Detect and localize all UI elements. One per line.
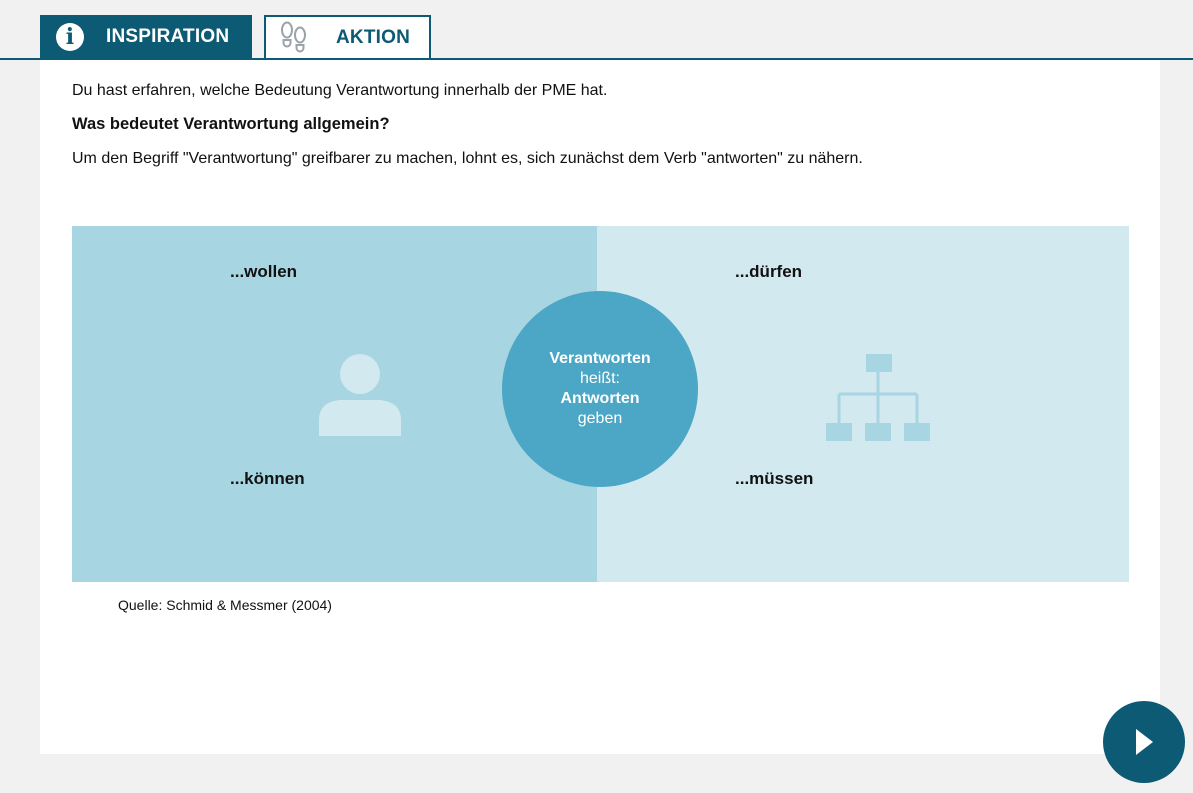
tab-aktion[interactable]: AKTION: [264, 15, 431, 58]
responsibility-diagram: ...wollen ...können ...dürfen ...müssen: [72, 226, 1129, 582]
label-duerfen: ...dürfen: [735, 262, 803, 281]
tab-inspiration-label: INSPIRATION: [106, 25, 230, 47]
label-koennen: ...können: [230, 469, 305, 488]
circle-line-verantworten: Verantworten: [549, 350, 651, 367]
footsteps-icon: [281, 21, 306, 52]
tab-bar: i INSPIRATION AKTION: [0, 0, 1193, 60]
person-icon: [319, 354, 401, 436]
circle-line-heisst: heißt:: [579, 370, 620, 387]
org-chart-icon: [826, 354, 930, 441]
tab-inspiration[interactable]: i INSPIRATION: [40, 15, 252, 58]
center-circle: Verantworten heißt: Antworten geben: [502, 291, 698, 487]
info-icon: i: [56, 22, 84, 51]
content-card: Du hast erfahren, welche Bedeutung Veran…: [40, 60, 1160, 754]
intro-text: Du hast erfahren, welche Bedeutung Veran…: [72, 82, 608, 99]
next-button[interactable]: [1103, 701, 1185, 783]
subtext: Um den Begriff "Verantwortung" greifbare…: [72, 150, 863, 167]
circle-line-geben: geben: [577, 410, 623, 427]
label-wollen: ...wollen: [230, 262, 298, 281]
label-muessen: ...müssen: [735, 469, 814, 488]
circle-line-antworten: Antworten: [560, 390, 640, 407]
tab-aktion-label: AKTION: [336, 26, 411, 48]
section-heading: Was bedeutet Verantwortung allgemein?: [72, 115, 390, 133]
play-arrow-icon: [1136, 729, 1153, 755]
source-citation: Quelle: Schmid & Messmer (2004): [118, 597, 332, 613]
